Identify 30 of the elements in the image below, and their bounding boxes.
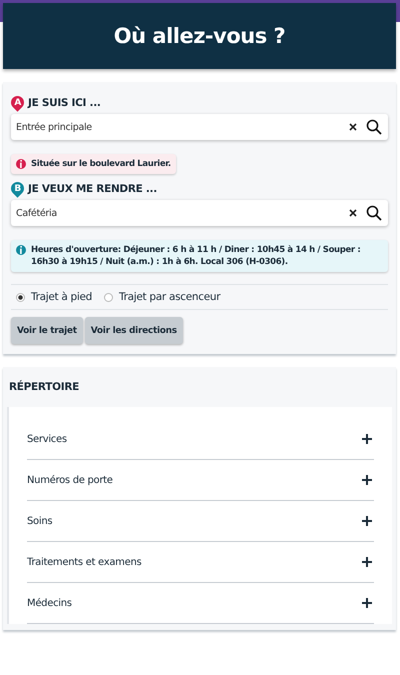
accordion-item[interactable]: Numéros de porte bbox=[27, 460, 374, 501]
plus-icon bbox=[362, 598, 372, 608]
page-title: Où allez-vous ? bbox=[114, 24, 286, 48]
accordion-item[interactable]: Soins bbox=[27, 501, 374, 542]
plus-icon bbox=[362, 475, 372, 485]
action-button[interactable]: Voir le trajet bbox=[11, 317, 83, 344]
section-label: JE SUIS ICI ... bbox=[28, 96, 101, 108]
plus-icon bbox=[362, 557, 372, 567]
search-icon bbox=[366, 119, 382, 135]
section-label: JE VEUX ME RENDRE ... bbox=[28, 182, 157, 194]
note-text: Située sur le boulevard Laurier. bbox=[31, 158, 171, 170]
radio-button[interactable] bbox=[104, 292, 114, 302]
accordion-item[interactable]: Services bbox=[27, 419, 374, 460]
info-icon bbox=[16, 245, 26, 255]
directory-title: RÉPERTOIRE bbox=[8, 379, 80, 395]
search-field[interactable]: Entrée principale bbox=[11, 114, 388, 140]
clear-icon bbox=[348, 122, 358, 132]
plus-icon bbox=[362, 434, 372, 444]
accordion-item[interactable]: Traitements et examens bbox=[27, 542, 374, 583]
radio-option[interactable]: Trajet à pied bbox=[16, 291, 92, 303]
action-button[interactable]: Voir les directions bbox=[84, 317, 183, 344]
radio-button[interactable] bbox=[16, 292, 25, 302]
search-icon bbox=[366, 205, 382, 221]
note-text: Heures d'ouverture: Déjeuner : 6 h à 11 h / Diner : 10h45 à 14 h / Souper : 16h30 à 19h15 / Nuit (a.m.) : 1h à 6h. Local 306 (H-0306). bbox=[31, 244, 362, 268]
plus-icon bbox=[362, 516, 372, 526]
radio-option[interactable]: Trajet par ascenceur bbox=[104, 291, 220, 303]
info-icon bbox=[16, 159, 26, 169]
clear-icon bbox=[348, 208, 358, 218]
search-field[interactable]: Cafétéria bbox=[11, 200, 388, 226]
accordion-item[interactable]: Médecins bbox=[27, 583, 374, 624]
